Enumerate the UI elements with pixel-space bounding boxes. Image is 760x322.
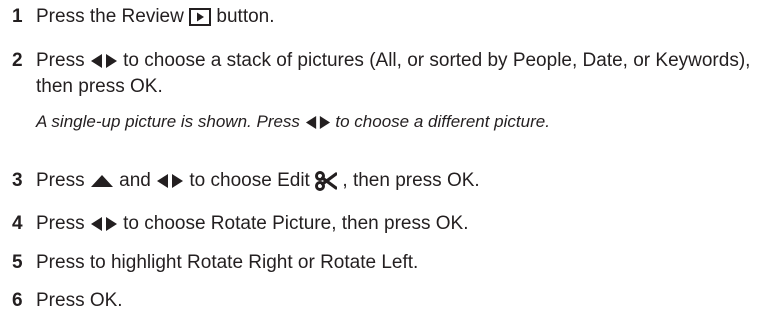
step-text-part: to choose Edit <box>189 170 310 191</box>
step-number: 5 <box>12 252 23 273</box>
step-number: 3 <box>12 170 23 191</box>
step-number: 6 <box>12 290 23 311</box>
review-button-icon <box>189 7 212 26</box>
step-text-part: to choose Rotate Picture, then press OK. <box>123 213 469 234</box>
up-arrow-icon <box>90 174 114 188</box>
step-text-part: Press OK. <box>36 290 123 311</box>
step-text-part: Press <box>36 213 85 234</box>
step-text-part: button. <box>216 6 275 27</box>
left-right-arrows-icon <box>156 173 184 189</box>
step-note: A single-up picture is shown. Press to c… <box>36 110 752 134</box>
step-6: 6 Press OK. <box>12 288 752 314</box>
step-1: 1 Press the Review button. <box>12 4 752 30</box>
left-right-arrows-icon <box>90 53 118 69</box>
step-text: Press OK. <box>36 288 752 314</box>
left-right-arrows-icon <box>305 115 331 130</box>
step-number: 2 <box>12 50 23 71</box>
step-text: Press to highlight Rotate Right or Rotat… <box>36 250 752 276</box>
step-text-part: and <box>119 170 151 191</box>
step-3: 3 Press and to choose Edit , then press … <box>12 168 752 194</box>
note-text-part: to choose a different picture. <box>335 112 550 131</box>
edit-scissors-icon <box>315 170 338 191</box>
instruction-list: 1 Press the Review button. 2 Press to ch… <box>0 0 760 322</box>
step-2: 2 Press to choose a stack of pictures (A… <box>12 48 752 134</box>
note-text-part: A single-up picture is shown. Press <box>36 112 300 131</box>
step-4: 4 Press to choose Rotate Picture, then p… <box>12 211 752 237</box>
step-text: Press to choose Rotate Picture, then pre… <box>36 211 752 237</box>
step-text: Press the Review button. <box>36 4 752 30</box>
step-text: Press and to choose Edit , then press OK… <box>36 168 752 194</box>
step-number: 1 <box>12 6 23 27</box>
step-text: Press to choose a stack of pictures (All… <box>36 48 752 134</box>
step-text-part: to choose a stack of pictures (All, or s… <box>36 50 751 97</box>
left-right-arrows-icon <box>90 216 118 232</box>
step-5: 5 Press to highlight Rotate Right or Rot… <box>12 250 752 276</box>
step-text-part: Press <box>36 170 85 191</box>
step-text-part: Press to highlight Rotate Right or Rotat… <box>36 252 419 273</box>
step-text-part: Press <box>36 50 85 71</box>
step-text-part: Press the Review <box>36 6 184 27</box>
step-number: 4 <box>12 213 23 234</box>
step-text-part: , then press OK. <box>342 170 480 191</box>
